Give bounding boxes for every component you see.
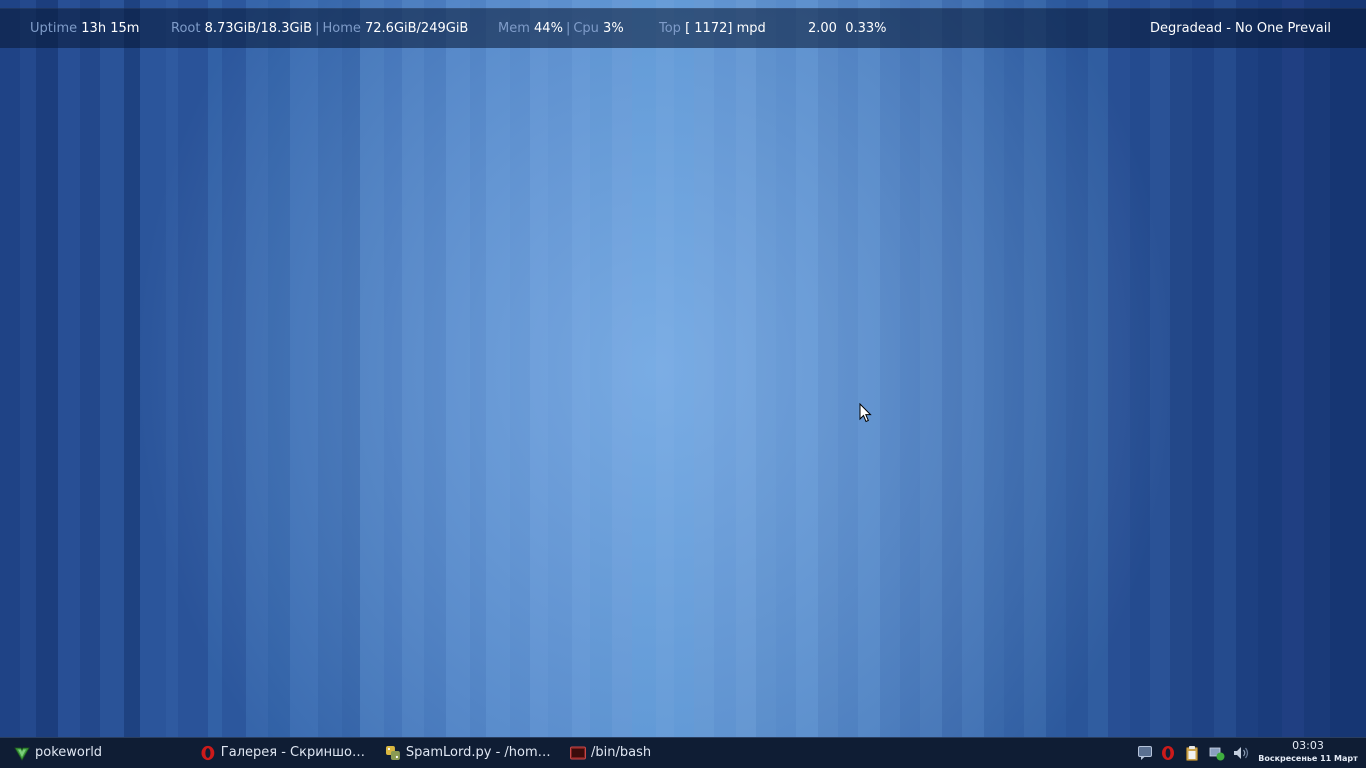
task-bash[interactable]: /bin/bash [570,738,710,768]
uptime-label: Uptime [30,21,78,36]
top-load: 2.00 [808,21,837,36]
task-gallery[interactable]: Галерея - Скриншот... [200,738,370,768]
taskbar: pokeworld Галерея - Скриншот... SpamLord… [0,737,1366,768]
separator: | [315,21,320,36]
network-icon[interactable] [1209,745,1225,761]
top-process: [ 1172] mpd [685,21,766,36]
mem-value: 44% [534,21,563,36]
cpu-label: Cpu [573,21,599,36]
task-label: pokeworld [35,745,103,760]
root-label: Root [171,21,201,36]
clock-date: Воскресенье 11 Март [1258,754,1358,763]
separator: | [565,21,571,36]
clock-time: 03:03 [1292,739,1324,752]
top-label: Top [659,21,681,36]
top-process-stat: Top [ 1172] mpd [659,9,766,48]
cpu-value: 3% [603,21,624,36]
volume-icon[interactable] [1233,745,1251,761]
task-label: Галерея - Скриншот... [220,745,370,760]
task-label: /bin/bash [591,745,652,760]
task-spamlord[interactable]: SpamLord.py - /home... [385,738,557,768]
disk-stat: Root 8.73GiB/18.3GiB | Home 72.6GiB/249GiB [171,9,468,48]
task-label: SpamLord.py - /home... [405,745,557,760]
uptime-value: 13h 15m [81,21,140,36]
top-process-load: 2.00 0.33% [808,9,887,48]
clipboard-icon[interactable] [1184,745,1200,761]
vim-icon [14,747,30,761]
opera-icon [201,745,215,761]
mouse-cursor-icon [859,403,872,423]
python-editor-icon [385,746,400,760]
uptime-stat: Uptime 13h 15m [30,9,139,48]
clock[interactable]: 03:03 Воскресенье 11 Март [1258,739,1358,765]
terminal-icon [570,746,586,760]
opera-icon[interactable] [1160,745,1176,761]
chat-icon[interactable] [1137,745,1153,761]
mem-cpu-stat: Mem 44% | Cpu 3% [498,9,624,48]
home-value: 72.6GiB/249GiB [365,21,469,36]
top-percent: 0.33% [845,21,887,36]
mem-label: Mem [498,21,530,36]
root-value: 8.73GiB/18.3GiB [204,21,313,36]
now-playing: Degradead - No One Prevail [1150,21,1331,36]
task-pokeworld[interactable]: pokeworld [14,738,184,768]
home-label: Home [322,21,361,36]
status-bar: Uptime 13h 15m Root 8.73GiB/18.3GiB | Home… [0,8,1366,48]
